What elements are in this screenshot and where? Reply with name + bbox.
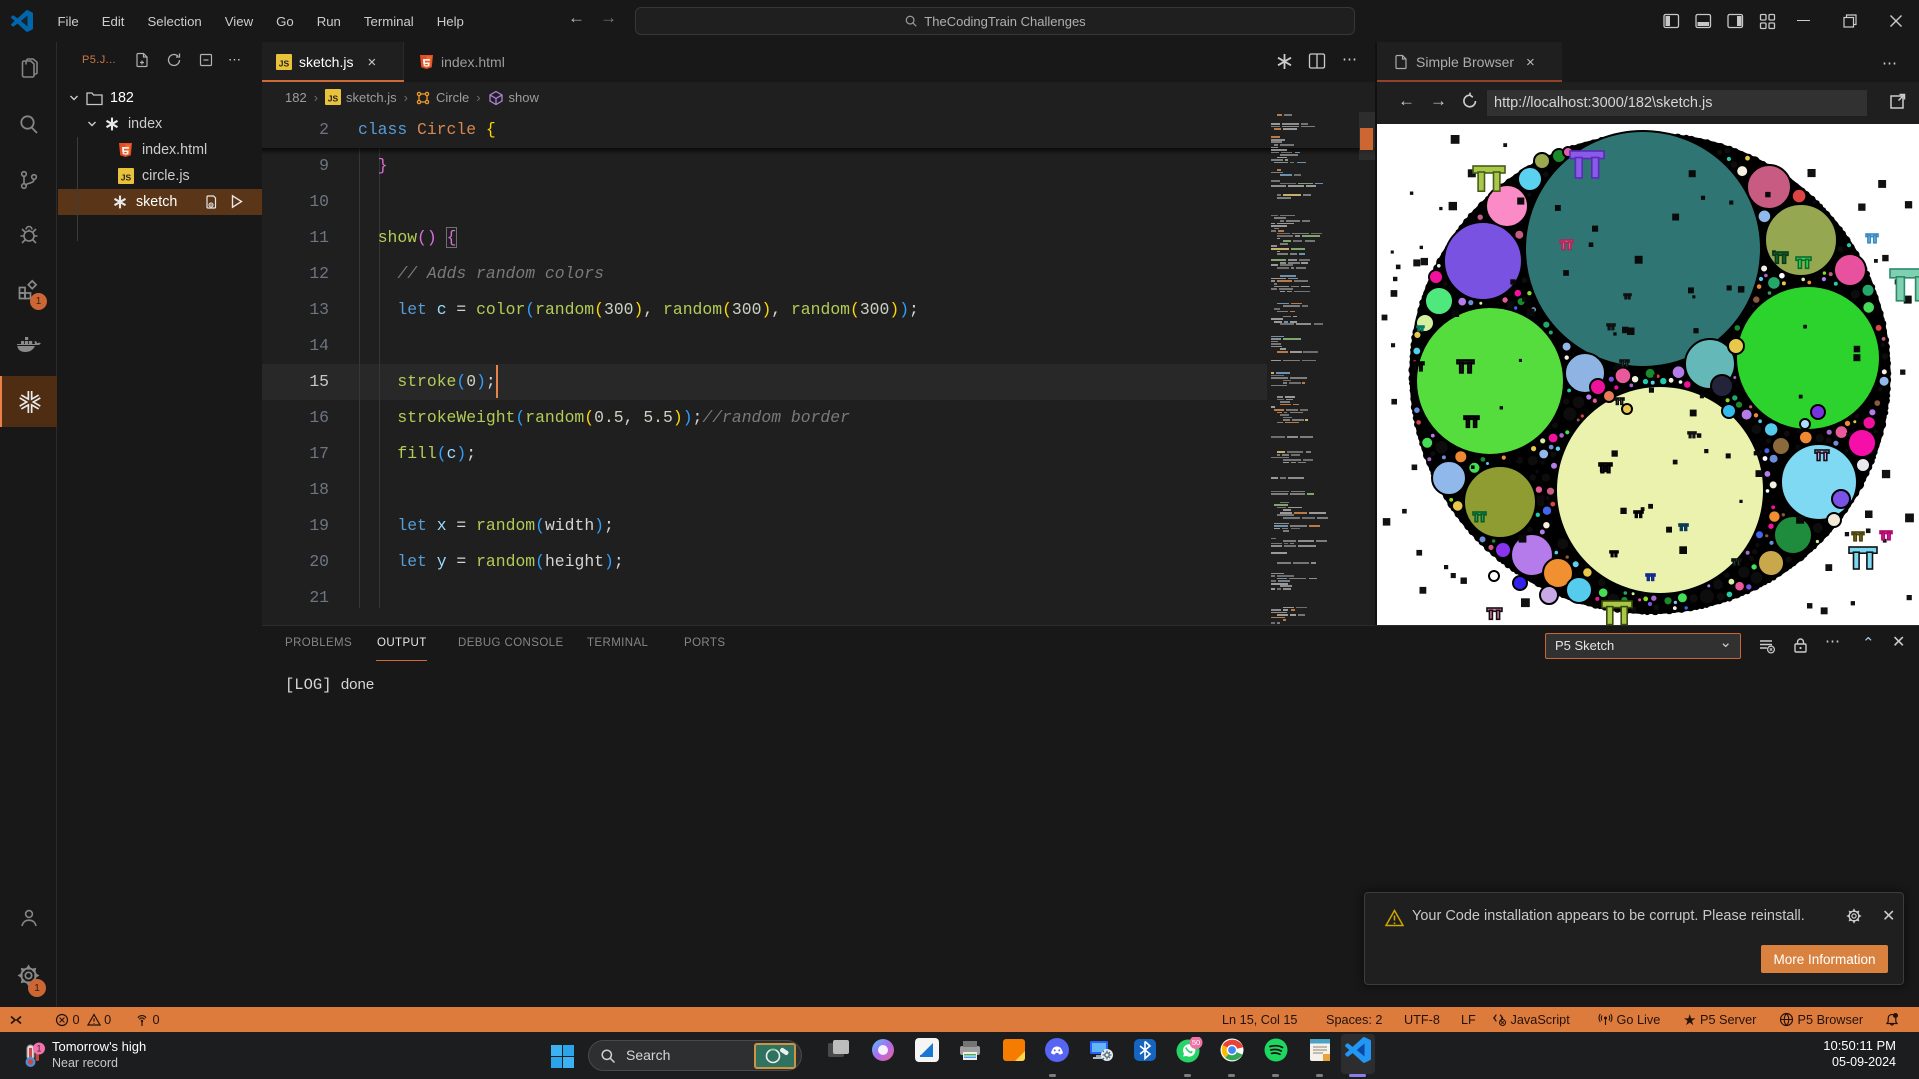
svg-text:1: 1 [36,1044,41,1054]
svg-text:50: 50 [1192,1038,1200,1047]
svg-text:JS: JS [121,173,132,183]
svg-text:JS: JS [279,59,290,69]
svg-text:JS: JS [328,94,339,104]
